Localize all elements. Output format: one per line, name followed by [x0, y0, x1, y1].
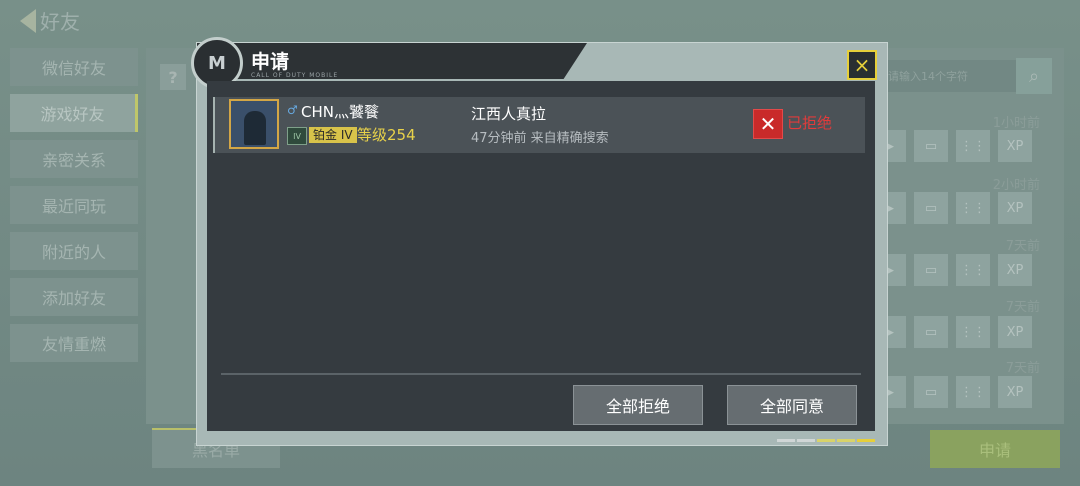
- friend-actions: ▶ ▭ ⋮⋮ XP: [872, 192, 1032, 224]
- footprint-icon[interactable]: ⋮⋮: [956, 254, 990, 286]
- screen-title: 好友: [20, 6, 80, 35]
- help-icon[interactable]: ?: [160, 64, 186, 90]
- footprint-icon[interactable]: ⋮⋮: [956, 192, 990, 224]
- divider: [221, 373, 861, 375]
- friend-time: 7天前: [1005, 361, 1040, 376]
- avatar[interactable]: [229, 99, 279, 149]
- sidebar-item-rekindle[interactable]: 友情重燃: [10, 324, 138, 362]
- chat-icon[interactable]: ▭: [914, 376, 948, 408]
- apply-button[interactable]: 申请: [930, 430, 1060, 468]
- corner-deco: [857, 439, 875, 442]
- player-name: CHN灬饕餮: [301, 103, 379, 121]
- corner-deco: [837, 439, 855, 442]
- sidebar-item-recent-players[interactable]: 最近同玩: [10, 186, 138, 224]
- sidebar: 微信好友 游戏好友 亲密关系 最近同玩 附近的人 添加好友 友情重燃: [10, 48, 138, 370]
- request-message: 江西人真拉: [471, 105, 547, 123]
- rank-icon: IV: [287, 127, 307, 145]
- sidebar-item-wechat-friends[interactable]: 微信好友: [10, 48, 138, 86]
- rank-badge: 铂金 IV: [309, 127, 357, 143]
- chat-icon[interactable]: ▭: [914, 316, 948, 348]
- dialog-header: M 申请 CALL OF DUTY MOBILE ×: [191, 37, 887, 89]
- xp-icon[interactable]: XP: [998, 192, 1032, 224]
- friend-actions: ▶ ▭ ⋮⋮ XP: [872, 130, 1032, 162]
- corner-deco: [797, 439, 815, 442]
- search-input[interactable]: 请输入14个字符: [880, 60, 1018, 92]
- xp-icon[interactable]: XP: [998, 254, 1032, 286]
- close-icon[interactable]: ×: [847, 50, 877, 80]
- rejected-x-icon: ✕: [753, 109, 783, 139]
- dialog-title: 申请: [251, 51, 290, 73]
- accept-all-button[interactable]: 全部同意: [727, 385, 857, 425]
- friend-actions: ▶ ▭ ⋮⋮ XP: [872, 254, 1032, 286]
- request-status: 已拒绝: [787, 114, 833, 132]
- avatar-figure: [244, 111, 266, 145]
- corner-deco: [777, 439, 795, 442]
- sidebar-item-game-friends[interactable]: 游戏好友: [10, 94, 138, 132]
- friend-actions: ▶ ▭ ⋮⋮ XP: [872, 376, 1032, 408]
- request-list: ♂ CHN灬饕餮 IV 铂金 IV 等级254 江西人真拉 47分钟前 来自精确…: [207, 81, 875, 431]
- male-icon: ♂: [287, 103, 298, 117]
- corner-deco: [817, 439, 835, 442]
- footprint-icon[interactable]: ⋮⋮: [956, 376, 990, 408]
- footprint-icon[interactable]: ⋮⋮: [956, 316, 990, 348]
- sidebar-item-add-friend[interactable]: 添加好友: [10, 278, 138, 316]
- chat-icon[interactable]: ▭: [914, 192, 948, 224]
- player-level: 等级254: [357, 126, 416, 144]
- xp-icon[interactable]: XP: [998, 130, 1032, 162]
- friend-time: 7天前: [1005, 239, 1040, 254]
- friend-actions: ▶ ▭ ⋮⋮ XP: [872, 316, 1032, 348]
- dialog-subtitle: CALL OF DUTY MOBILE: [251, 72, 339, 79]
- footprint-icon[interactable]: ⋮⋮: [956, 130, 990, 162]
- chat-icon[interactable]: ▭: [914, 254, 948, 286]
- back-arrow-icon[interactable]: [20, 8, 36, 33]
- sidebar-item-close-relations[interactable]: 亲密关系: [10, 140, 138, 178]
- friend-time: 2小时前: [992, 178, 1040, 193]
- xp-icon[interactable]: XP: [998, 316, 1032, 348]
- reject-all-button[interactable]: 全部拒绝: [573, 385, 703, 425]
- chat-icon[interactable]: ▭: [914, 130, 948, 162]
- friend-time: 7天前: [1005, 300, 1040, 315]
- screen-title-label: 好友: [40, 10, 80, 34]
- request-meta: 47分钟前 来自精确搜索: [471, 131, 609, 146]
- xp-icon[interactable]: XP: [998, 376, 1032, 408]
- search-icon[interactable]: ⌕: [1016, 58, 1052, 94]
- request-row[interactable]: ♂ CHN灬饕餮 IV 铂金 IV 等级254 江西人真拉 47分钟前 来自精确…: [213, 97, 865, 153]
- request-dialog: M 申请 CALL OF DUTY MOBILE × ♂ CHN灬饕餮 IV 铂…: [191, 37, 888, 446]
- friend-time: 1小时前: [992, 116, 1040, 131]
- sidebar-item-nearby[interactable]: 附近的人: [10, 232, 138, 270]
